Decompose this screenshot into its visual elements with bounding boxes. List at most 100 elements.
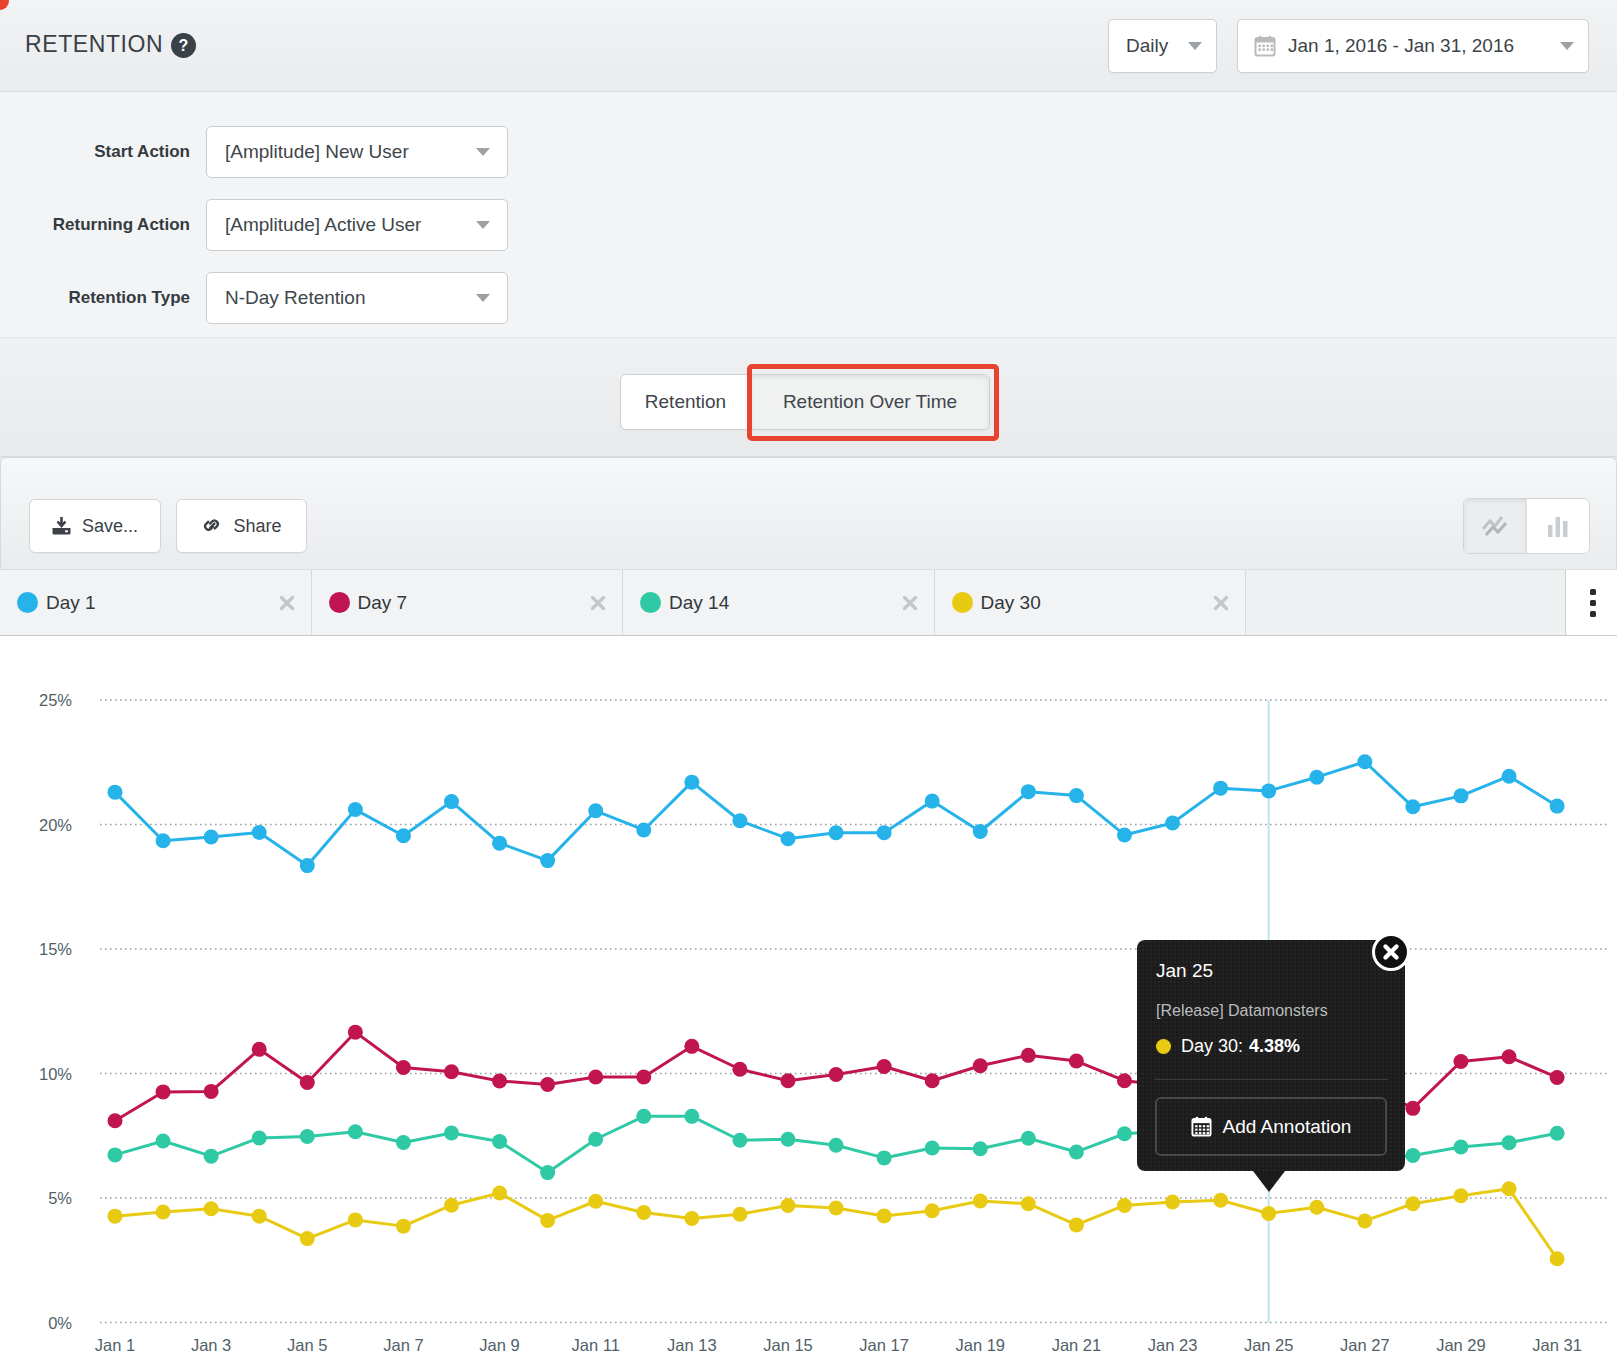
svg-text:Jan 23: Jan 23	[1148, 1336, 1198, 1354]
returning-action-dropdown[interactable]: [Amplitude] Active User	[206, 199, 508, 251]
download-icon	[52, 517, 71, 535]
line-chart-icon	[1482, 515, 1508, 537]
svg-text:25%: 25%	[39, 691, 72, 709]
retention-type-value: N-Day Retention	[225, 287, 365, 309]
tooltip-divider	[1155, 1079, 1388, 1080]
day-14-color-dot	[640, 592, 661, 613]
svg-text:Jan 11: Jan 11	[572, 1336, 620, 1354]
add-annotation-label: Add Annotation	[1223, 1116, 1352, 1138]
tooltip-pointer	[1253, 1171, 1285, 1192]
svg-text:Jan 17: Jan 17	[859, 1336, 909, 1354]
calendar-icon	[1254, 35, 1276, 57]
returning-action-row: Returning Action [Amplitude] Active User	[0, 199, 700, 251]
svg-text:Jan 1: Jan 1	[95, 1336, 135, 1354]
svg-text:Jan 3: Jan 3	[191, 1336, 231, 1354]
close-icon[interactable]	[901, 570, 919, 635]
day-30-label: Day 30	[981, 570, 1041, 635]
save-button-label: Save...	[82, 516, 138, 537]
svg-text:Jan 31: Jan 31	[1532, 1336, 1582, 1354]
chevron-down-icon	[476, 294, 490, 302]
svg-text:15%: 15%	[39, 940, 72, 958]
granularity-dropdown[interactable]: Daily	[1108, 19, 1217, 73]
retention-page: RETENTION ? Daily Jan 1, 2016 - Jan 31, …	[0, 0, 1617, 1369]
svg-text:Jan 21: Jan 21	[1052, 1336, 1102, 1354]
start-action-value: [Amplitude] New User	[225, 141, 409, 163]
share-button[interactable]: Share	[176, 499, 307, 553]
day-30-color-dot	[1156, 1039, 1171, 1054]
svg-text:0%: 0%	[48, 1314, 72, 1332]
chart-type-toggle	[1463, 498, 1590, 554]
annotation-tooltip: Jan 25 [Release] Datamonsters Day 30: 4.…	[1137, 940, 1405, 1171]
svg-text:Jan 5: Jan 5	[287, 1336, 327, 1354]
returning-action-value: [Amplitude] Active User	[225, 214, 421, 236]
svg-text:20%: 20%	[39, 816, 72, 834]
help-icon[interactable]: ?	[171, 33, 196, 58]
tab-retention[interactable]: Retention	[621, 375, 750, 429]
start-action-label: Start Action	[0, 126, 190, 178]
retention-type-label: Retention Type	[0, 272, 190, 324]
day-7-color-dot	[329, 592, 350, 613]
start-action-row: Start Action [Amplitude] New User	[0, 126, 700, 178]
svg-text:Jan 15: Jan 15	[763, 1336, 813, 1354]
svg-text:5%: 5%	[48, 1189, 72, 1207]
day-14-label: Day 14	[669, 570, 729, 635]
tooltip-series-row: Day 30: 4.38%	[1156, 1036, 1300, 1057]
retention-chart: 0% 5% 10% 15% 20% 25% Jan 1 Jan 3 Jan 5 Jan 7 Jan …	[0, 636, 1617, 1369]
view-tab-band: Retention Retention Over Time	[0, 337, 1617, 457]
legend-tab-day-14[interactable]: Day 14	[623, 570, 935, 635]
svg-text:Jan 25: Jan 25	[1244, 1336, 1294, 1354]
query-form: Start Action [Amplitude] New User Return…	[0, 92, 1617, 337]
granularity-value: Daily	[1126, 35, 1168, 57]
retention-type-row: Retention Type N-Day Retention	[0, 272, 700, 324]
header-bar: RETENTION ? Daily Jan 1, 2016 - Jan 31, …	[0, 0, 1617, 92]
close-icon	[1381, 942, 1401, 962]
chevron-down-icon	[476, 221, 490, 229]
kebab-menu-icon	[1590, 589, 1596, 595]
bar-chart-toggle-button[interactable]	[1527, 499, 1590, 553]
chevron-down-icon	[476, 148, 490, 156]
series-legend-row: Day 1 Day 7 Day 14 D	[0, 569, 1617, 636]
retention-type-dropdown[interactable]: N-Day Retention	[206, 272, 508, 324]
date-range-picker[interactable]: Jan 1, 2016 - Jan 31, 2016	[1237, 19, 1589, 73]
tooltip-series-value: 4.38%	[1249, 1036, 1300, 1057]
kebab-menu-icon	[1590, 600, 1596, 606]
bar-chart-icon	[1547, 515, 1569, 537]
svg-text:Jan 7: Jan 7	[383, 1336, 423, 1354]
red-highlight-box	[747, 364, 999, 441]
calendar-icon	[1191, 1116, 1212, 1137]
add-annotation-button[interactable]: Add Annotation	[1155, 1097, 1387, 1156]
close-icon[interactable]	[278, 570, 296, 635]
svg-text:Jan 29: Jan 29	[1436, 1336, 1486, 1354]
start-action-dropdown[interactable]: [Amplitude] New User	[206, 126, 508, 178]
tooltip-close-button[interactable]	[1372, 933, 1410, 971]
tooltip-series-label: Day 30:	[1181, 1036, 1243, 1057]
day-30-color-dot	[952, 592, 973, 613]
legend-tab-day-1[interactable]: Day 1	[0, 570, 312, 635]
tooltip-annotation-title: [Release] Datamonsters	[1156, 1002, 1328, 1020]
day-1-label: Day 1	[46, 570, 96, 635]
share-button-label: Share	[233, 516, 281, 537]
date-range-value: Jan 1, 2016 - Jan 31, 2016	[1288, 35, 1514, 57]
tooltip-date: Jan 25	[1156, 960, 1213, 982]
chart-toolbar: Save... Share	[0, 457, 1617, 569]
line-chart-toggle-button[interactable]	[1464, 499, 1527, 553]
chevron-down-icon	[1560, 42, 1574, 50]
results-card: Save... Share	[0, 457, 1617, 1369]
close-icon[interactable]	[589, 570, 607, 635]
close-icon[interactable]	[1212, 570, 1230, 635]
legend-overflow-menu[interactable]	[1565, 570, 1617, 635]
chevron-down-icon	[1188, 42, 1202, 50]
svg-text:10%: 10%	[39, 1065, 72, 1083]
returning-action-label: Returning Action	[0, 199, 190, 251]
day-7-label: Day 7	[358, 570, 408, 635]
save-button[interactable]: Save...	[29, 499, 161, 553]
legend-tab-day-30[interactable]: Day 30	[935, 570, 1247, 635]
svg-text:Jan 9: Jan 9	[479, 1336, 519, 1354]
link-icon	[201, 516, 222, 537]
red-corner-artifact	[0, 0, 9, 10]
kebab-menu-icon	[1590, 611, 1596, 617]
svg-text:Jan 13: Jan 13	[667, 1336, 717, 1354]
svg-text:Jan 19: Jan 19	[955, 1336, 1005, 1354]
legend-tab-day-7[interactable]: Day 7	[312, 570, 624, 635]
svg-text:Jan 27: Jan 27	[1340, 1336, 1390, 1354]
